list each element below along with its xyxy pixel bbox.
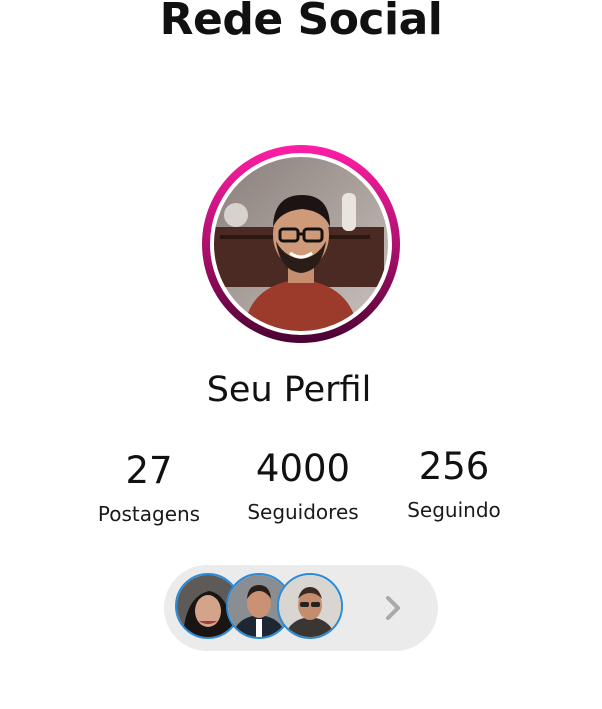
followers-preview[interactable] (164, 565, 438, 651)
stat-posts-label: Postagens (97, 502, 201, 526)
chevron-right-icon[interactable] (376, 591, 410, 625)
stat-followers[interactable]: 4000 Seguidores (235, 447, 371, 524)
stat-following-value: 256 (418, 445, 490, 488)
app-title: Rede Social (159, 0, 443, 45)
stat-posts-value: 27 (125, 449, 173, 492)
follower-avatar-3[interactable] (277, 573, 343, 639)
avatar-ring-gap (210, 153, 392, 335)
stat-followers-value: 4000 (255, 447, 351, 490)
stat-following[interactable]: 256 Seguindo (392, 445, 516, 522)
stat-posts[interactable]: 27 Postagens (80, 449, 218, 526)
profile-avatar[interactable] (202, 145, 400, 343)
profile-name: Seu Perfil (206, 370, 372, 410)
profile-photo (214, 157, 388, 331)
stat-following-label: Seguindo (407, 498, 501, 522)
stat-followers-label: Seguidores (247, 500, 359, 524)
